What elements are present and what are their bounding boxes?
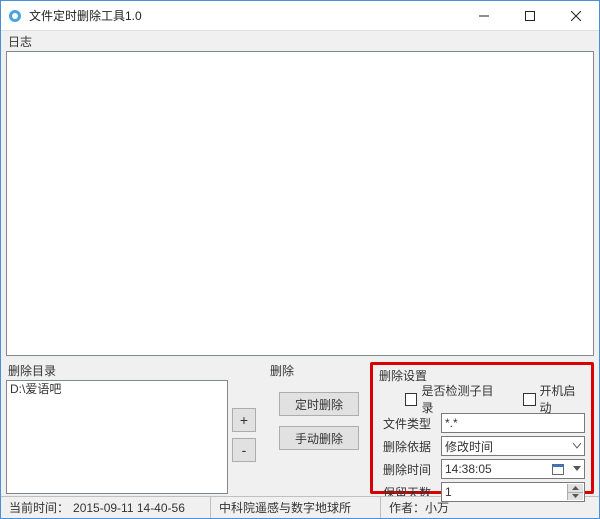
window-title: 文件定时删除工具1.0 — [29, 7, 461, 24]
delete-settings-panel: 删除设置 是否检测子目录 开机启动 文件类型 *.* — [370, 362, 594, 494]
minimize-button[interactable] — [461, 1, 507, 31]
chevron-down-icon — [573, 466, 581, 472]
client-area: 日志 删除目录 D:\爱语吧 + - — [1, 31, 599, 496]
checkbox-icon — [523, 393, 535, 406]
maximize-button[interactable] — [507, 1, 553, 31]
status-time-value: 2015-09-11 14-40-56 — [73, 501, 185, 515]
checkbox-icon — [405, 393, 417, 406]
settings-checkbox-row: 是否检测子目录 开机启动 — [379, 388, 585, 410]
spin-down-button[interactable] — [567, 493, 583, 501]
spinner-buttons — [567, 484, 583, 500]
chevron-down-icon — [573, 443, 581, 449]
log-panel: 日志 — [6, 31, 594, 356]
list-item[interactable]: D:\爱语吧 — [10, 382, 224, 397]
spin-up-button[interactable] — [567, 484, 583, 493]
titlebar: 文件定时删除工具1.0 — [1, 1, 599, 31]
basis-label: 删除依据 — [383, 438, 441, 455]
log-label: 日志 — [8, 33, 594, 50]
calendar-icon — [552, 463, 564, 475]
app-icon — [7, 8, 23, 24]
check-subdirectory[interactable]: 是否检测子目录 — [405, 382, 501, 416]
delete-actions-panel: 删除 定时删除 手动删除 — [268, 362, 370, 494]
time-row: 删除时间 14:38:05 — [379, 459, 585, 479]
basis-combobox[interactable]: 修改时间 — [441, 436, 585, 456]
controls-row: 删除目录 D:\爱语吧 + - 删除 定时删除 — [6, 362, 594, 494]
add-directory-button[interactable]: + — [232, 408, 256, 432]
check-autostart[interactable]: 开机启动 — [523, 382, 585, 416]
time-label: 删除时间 — [383, 461, 441, 478]
close-button[interactable] — [553, 1, 599, 31]
remove-directory-button[interactable]: - — [232, 438, 256, 462]
delete-actions-label: 删除 — [270, 362, 370, 379]
status-current-time: 当前时间： 2015-09-11 14-40-56 — [1, 497, 211, 518]
window-controls — [461, 1, 599, 31]
plus-icon: + — [240, 412, 248, 428]
filetype-row: 文件类型 *.* — [379, 413, 585, 433]
filetype-label: 文件类型 — [383, 415, 441, 432]
delete-directory-label: 删除目录 — [8, 362, 228, 379]
delete-directory-panel: 删除目录 D:\爱语吧 — [6, 362, 228, 494]
delete-time-picker[interactable]: 14:38:05 — [441, 459, 585, 479]
checkbox-label: 开机启动 — [540, 382, 585, 416]
directory-listbox[interactable]: D:\爱语吧 — [6, 380, 228, 494]
minus-icon: - — [242, 442, 247, 458]
filetype-input[interactable]: *.* — [441, 413, 585, 433]
manual-delete-button[interactable]: 手动删除 — [279, 426, 359, 450]
status-organization: 中科院遥感与数字地球所 — [211, 497, 381, 518]
checkbox-label: 是否检测子目录 — [421, 382, 501, 416]
status-time-label: 当前时间： — [9, 499, 69, 516]
basis-row: 删除依据 修改时间 — [379, 436, 585, 456]
log-textarea[interactable] — [6, 51, 594, 356]
author-label: 作者： — [389, 499, 425, 516]
keepdays-spinner[interactable]: 1 — [441, 482, 585, 502]
timed-delete-button[interactable]: 定时删除 — [279, 392, 359, 416]
app-window: 文件定时删除工具1.0 日志 删除目录 D:\爱语吧 — [0, 0, 600, 519]
add-remove-panel: + - — [232, 376, 262, 494]
